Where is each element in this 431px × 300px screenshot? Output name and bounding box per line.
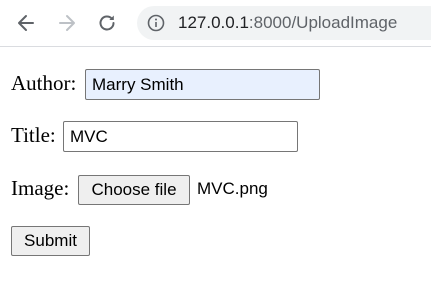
forward-button[interactable]: [53, 9, 81, 37]
reload-button[interactable]: [93, 9, 121, 37]
arrow-right-icon: [59, 15, 75, 31]
url-host: 127.0.0.1: [178, 13, 249, 32]
browser-toolbar: 127.0.0.1:8000/UploadImage: [0, 0, 431, 47]
address-bar[interactable]: 127.0.0.1:8000/UploadImage: [137, 6, 431, 40]
reload-icon: [99, 15, 115, 31]
choose-file-button[interactable]: Choose file: [78, 175, 190, 205]
info-icon[interactable]: [147, 14, 165, 32]
author-input[interactable]: [85, 69, 320, 100]
author-label: Author:: [11, 71, 77, 95]
arrow-left-icon: [18, 15, 34, 31]
chosen-file-name: MVC.png: [197, 179, 268, 198]
image-label: Image:: [11, 176, 70, 200]
submit-button[interactable]: Submit: [11, 226, 90, 256]
url-text[interactable]: 127.0.0.1:8000/UploadImage: [178, 13, 397, 33]
page-content: Author: Title: Image: Choose file MVC.pn…: [0, 47, 431, 300]
url-path: :8000/UploadImage: [248, 13, 398, 32]
back-button[interactable]: [12, 9, 40, 37]
title-input[interactable]: [63, 121, 298, 152]
title-label: Title:: [11, 123, 56, 147]
